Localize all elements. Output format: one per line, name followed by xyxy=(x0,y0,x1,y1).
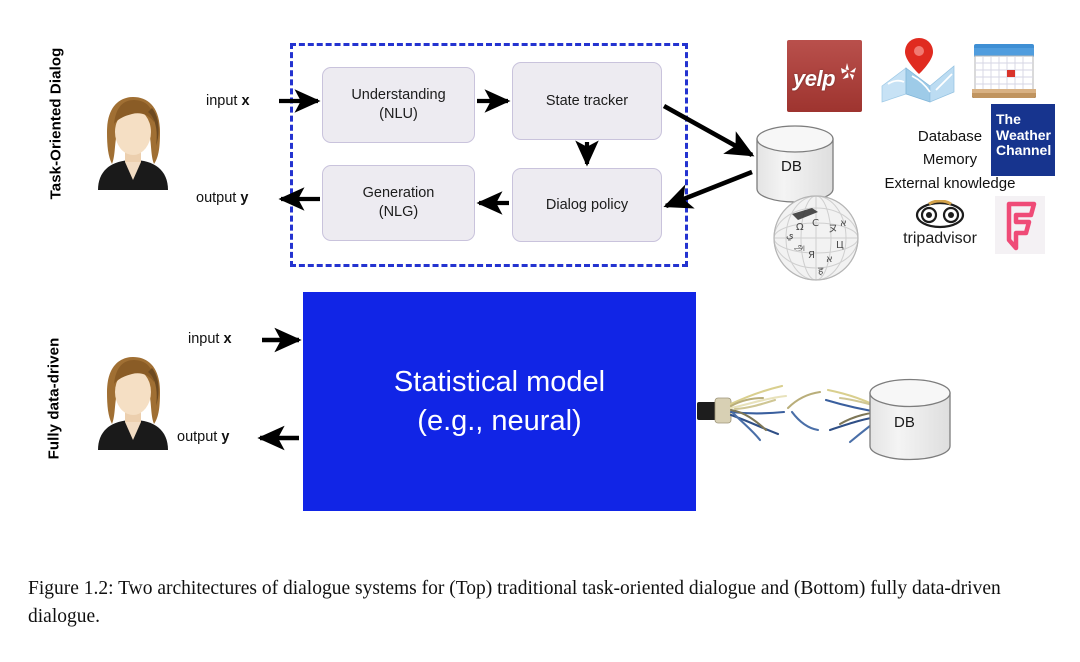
input-label-bottom-text: input xyxy=(188,331,224,347)
svg-text:ي: ي xyxy=(786,230,794,241)
yelp-logo-text: yelp xyxy=(793,66,836,91)
calendar-icon xyxy=(972,44,1036,98)
output-var-bottom: y xyxy=(221,429,230,445)
output-var-top: y xyxy=(240,190,249,206)
input-label-top: input x xyxy=(206,93,250,109)
module-box-dialog-policy[interactable]: Dialog policy xyxy=(512,168,662,242)
input-label-bottom: input x xyxy=(188,331,232,347)
output-label-top-text: output xyxy=(196,190,241,206)
statistical-model-box[interactable]: Statistical model (e.g., neural) xyxy=(303,292,696,511)
wikipedia-globe-icon: ΩC ヌЦ அЯ אي אह xyxy=(773,195,859,281)
input-label-top-text: input xyxy=(206,93,242,109)
figure-caption-line1: Figure 1.2: Two architectures of dialogu… xyxy=(28,578,789,599)
output-label-top: output y xyxy=(196,190,248,206)
module-box-generation[interactable]: Generation (NLG) xyxy=(322,165,475,241)
input-var-bottom: x xyxy=(223,331,232,347)
svg-text:ह: ह xyxy=(818,266,824,277)
figure-caption: Figure 1.2: Two architectures of dialogu… xyxy=(28,575,1056,632)
frayed-cable-connector xyxy=(697,384,893,444)
output-label-bottom: output y xyxy=(177,429,229,445)
svg-text:Ц: Ц xyxy=(836,240,844,251)
wikipedia-logo[interactable]: ΩC ヌЦ அЯ אي אह xyxy=(772,190,860,282)
output-label-bottom-text: output xyxy=(177,429,222,445)
module-generation-line1: Generation xyxy=(362,185,435,202)
user-avatar-bottom xyxy=(90,352,176,450)
weather-channel-line3: Channel xyxy=(996,142,1052,159)
yelp-burst-icon xyxy=(841,63,856,80)
row-label-fully-data-driven: Fully data-driven xyxy=(45,337,63,460)
folded-map-icon xyxy=(881,38,955,103)
yelp-logo[interactable]: yelp xyxy=(787,40,862,112)
database-label-bottom: DB xyxy=(894,414,915,431)
user-avatar-top xyxy=(90,92,176,190)
module-dialog-policy-label: Dialog policy xyxy=(545,196,629,213)
weather-channel-logo[interactable]: The Weather Channel xyxy=(991,104,1055,176)
database-label-top: DB xyxy=(781,158,802,175)
module-generation-line2: (NLG) xyxy=(378,204,419,220)
tripadvisor-owl-icon xyxy=(915,199,965,229)
svg-text:א: א xyxy=(840,218,847,229)
svg-text:C: C xyxy=(812,218,819,229)
weather-channel-line1: The xyxy=(996,111,1021,127)
tripadvisor-logo[interactable]: tripadvisor xyxy=(888,199,992,256)
svg-text:Ω: Ω xyxy=(796,222,804,233)
svg-text:א: א xyxy=(826,254,833,265)
module-understanding-line2: (NLU) xyxy=(379,106,418,122)
foursquare-logo[interactable] xyxy=(995,196,1045,254)
map-logo[interactable] xyxy=(880,36,958,104)
svg-text:ヌ: ヌ xyxy=(828,224,838,235)
statistical-model-line1: Statistical model xyxy=(393,366,606,399)
module-box-state-tracker[interactable]: State tracker xyxy=(512,62,662,140)
foursquare-f-icon xyxy=(1006,201,1037,251)
module-state-tracker-label: State tracker xyxy=(545,92,629,109)
svg-text:அ: அ xyxy=(794,242,805,253)
row-label-task-oriented: Task-Oriented Dialog xyxy=(47,47,65,200)
tripadvisor-logo-text: tripadvisor xyxy=(903,230,977,247)
statistical-model-line2: (e.g., neural) xyxy=(417,404,582,437)
input-var-top: x xyxy=(241,93,250,109)
figure-area: Task-Oriented Dialog Fully data-driven i… xyxy=(0,0,1080,560)
module-understanding-line1: Understanding xyxy=(351,87,446,104)
svg-text:Я: Я xyxy=(808,250,815,261)
module-box-understanding[interactable]: Understanding (NLU) xyxy=(322,67,475,143)
calendar-logo[interactable] xyxy=(972,40,1036,102)
weather-channel-line2: Weather xyxy=(996,126,1051,143)
